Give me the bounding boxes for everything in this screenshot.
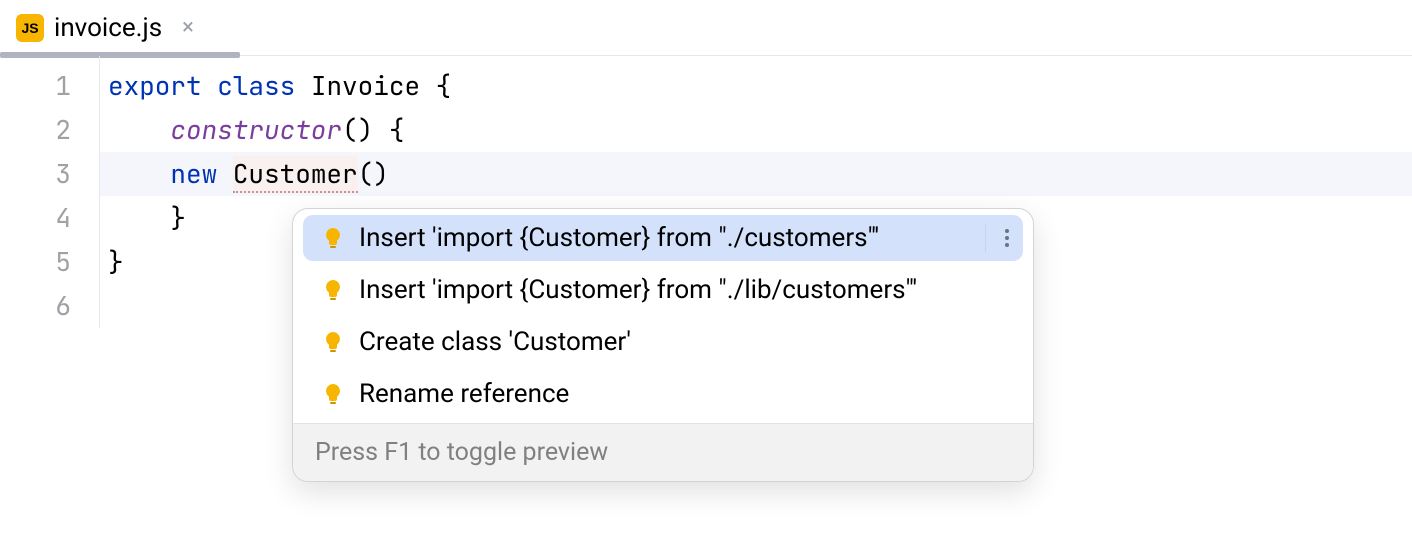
quick-fix-item-label: Insert 'import {Customer} from "./custom… [359,223,879,253]
bulb-icon [321,226,345,250]
tab-bar: JS invoice.js × [0,0,1412,56]
quick-fix-popup: Insert 'import {Customer} from "./custom… [292,208,1034,482]
quick-fix-item[interactable]: Insert 'import {Customer} from "./custom… [303,215,1023,261]
tab-filename: invoice.js [54,13,162,43]
line-number: 5 [0,240,71,284]
quick-fix-item-label: Create class 'Customer' [359,327,631,357]
code-line: export class Invoice { [108,64,1412,108]
editor-tab[interactable]: JS invoice.js × [10,0,210,55]
quick-fix-item[interactable]: Insert 'import {Customer} from "./lib/cu… [303,267,1023,313]
line-number-gutter: 1 2 3 4 5 6 [0,56,100,328]
bulb-icon [321,330,345,354]
js-file-icon: JS [16,14,44,42]
bulb-icon [321,278,345,302]
close-tab-icon[interactable]: × [182,15,194,40]
line-number: 6 [0,284,71,328]
line-number: 1 [0,64,71,108]
line-number: 3 [0,152,71,196]
code-line: new Customer() [108,152,1412,196]
line-number: 2 [0,108,71,152]
quick-fix-item[interactable]: Create class 'Customer' [303,319,1023,365]
quick-fix-item[interactable]: Rename reference [303,371,1023,417]
code-line: constructor() { [108,108,1412,152]
quick-fix-item-label: Rename reference [359,379,569,409]
more-options-icon[interactable] [985,224,1015,252]
bulb-icon [321,382,345,406]
unresolved-reference[interactable]: Customer [233,156,358,193]
popup-footer-hint: Press F1 to toggle preview [293,423,1033,481]
quick-fix-item-label: Insert 'import {Customer} from "./lib/cu… [359,275,917,305]
line-number: 4 [0,196,71,240]
